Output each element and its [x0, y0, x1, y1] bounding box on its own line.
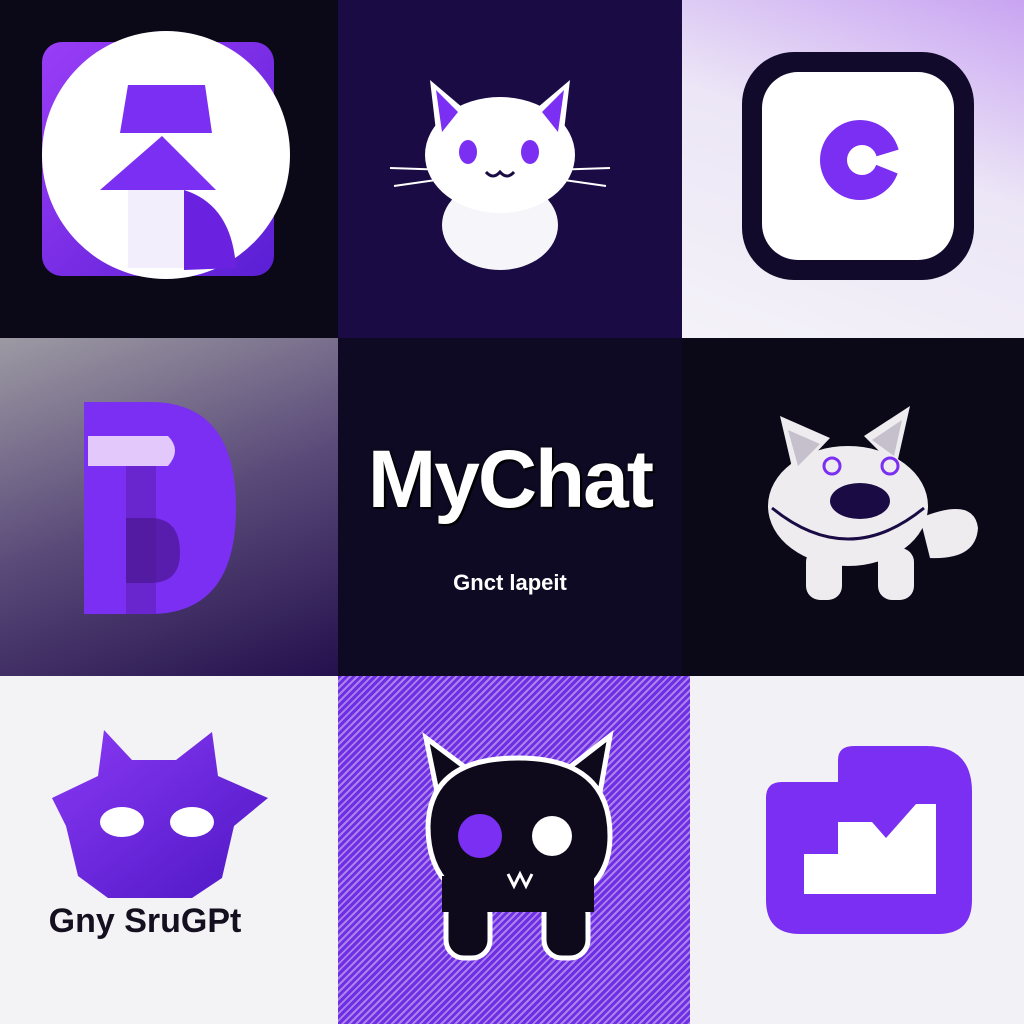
cat-icon — [389, 80, 611, 270]
brand-subtitle: Gnct lapeit — [453, 570, 567, 595]
d-letter-icon — [84, 402, 236, 614]
mask-icon — [52, 730, 268, 898]
tile-lamp-arrow[interactable] — [0, 0, 338, 338]
tile-purple-mask[interactable]: Gny SruGPt — [0, 676, 338, 1024]
tile-white-cat[interactable] — [338, 0, 682, 338]
c-letter-icon — [742, 52, 974, 280]
tile-round-cat[interactable] — [682, 338, 1024, 676]
tile-rounded-c[interactable] — [682, 0, 1024, 338]
tile-black-cat[interactable] — [338, 676, 690, 1024]
folder-chart-icon — [766, 746, 972, 934]
logo-grid: MyChat Gnct lapeit Gny SruGPt — [0, 0, 1024, 1024]
lamp-arrow-icon — [42, 31, 290, 279]
mask-caption: Gny SruGPt — [48, 902, 242, 940]
tile-folder-chart[interactable] — [690, 676, 1024, 1024]
brand-title: MyChat — [367, 434, 654, 525]
cat-icon — [768, 406, 978, 600]
cat-icon — [422, 730, 614, 961]
tile-brand-wordmark[interactable]: MyChat Gnct lapeit — [338, 338, 682, 676]
tile-letter-d[interactable] — [0, 338, 338, 676]
